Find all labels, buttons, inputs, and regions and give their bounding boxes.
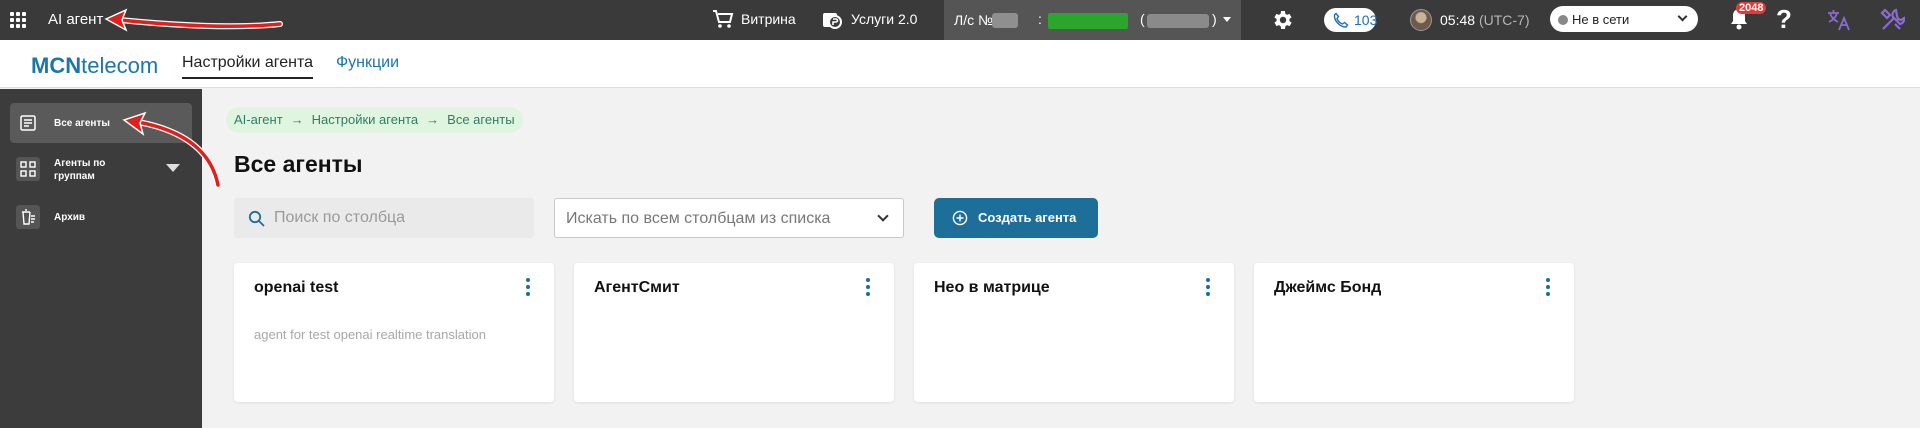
breadcrumb: AI-агент → Настройки агента → Все агенты (226, 107, 523, 133)
breadcrumb-item[interactable]: Настройки агента (312, 112, 419, 128)
breadcrumb-item[interactable]: AI-агент (234, 112, 283, 128)
create-agent-label: Создать агента (978, 210, 1077, 225)
sidebar-item-label: Агенты по группам (54, 158, 106, 182)
cart-icon[interactable] (712, 9, 734, 34)
agent-card-title: Джеймс Бонд (1274, 279, 1382, 296)
logo-rest: telecom (81, 53, 159, 78)
services-link[interactable]: Услуги 2.0 (851, 11, 917, 27)
time-value: 05:48 (1440, 12, 1476, 28)
more-vert-icon[interactable] (1206, 278, 1212, 298)
agent-card[interactable]: АгентСмит (574, 263, 894, 402)
tab-agent-settings[interactable]: Настройки агента (182, 54, 314, 79)
sidebar-item-all-agents[interactable]: Все агенты (10, 103, 192, 143)
agent-card[interactable]: openai test agent for test openai realti… (234, 263, 554, 402)
translate-icon[interactable] (1826, 8, 1852, 37)
sub-header: MCNtelecom Настройки агента Функции (0, 40, 1920, 88)
tab-functions[interactable]: Функции (336, 54, 399, 72)
grid-icon (16, 157, 40, 181)
calls-counter-badge[interactable]: 103 (1324, 8, 1378, 32)
status-dot-icon (1558, 15, 1568, 25)
more-vert-icon[interactable] (866, 278, 872, 298)
agent-card-title: Нео в матрице (934, 279, 1050, 296)
gear-icon[interactable] (1270, 8, 1294, 37)
top-bar: AI агент Витрина Услуги 2.0 Л/с № : ( ) … (0, 0, 1920, 40)
account-balance-redacted (1048, 13, 1128, 29)
timezone: (UTC-7) (1478, 12, 1530, 28)
apps-grid-icon[interactable] (10, 12, 26, 28)
account-selector[interactable]: Л/с № : ( ) (944, 0, 1241, 40)
caret-down-icon (1223, 17, 1231, 22)
more-vert-icon[interactable] (526, 278, 532, 298)
help-icon[interactable]: ? (1776, 4, 1792, 35)
list-icon (16, 111, 40, 135)
account-colon: : (1038, 11, 1042, 27)
arrow-right-icon: → (290, 112, 304, 127)
search-icon (248, 210, 265, 232)
archive-icon (16, 205, 40, 229)
logo-bold: MCN (31, 53, 82, 78)
sidebar-item-label: Все агенты (54, 118, 110, 129)
avatar[interactable] (1410, 9, 1432, 31)
more-vert-icon[interactable] (1546, 278, 1552, 298)
calls-count: 103 (1354, 12, 1378, 28)
logo[interactable]: MCNtelecom (31, 53, 158, 79)
search-field[interactable] (234, 198, 534, 238)
chevron-down-icon (1677, 11, 1688, 22)
breadcrumb-item: Все агенты (447, 112, 515, 127)
sidebar: Все агенты Агенты по группам Архив (0, 89, 202, 428)
column-select[interactable]: Искать по всем столбцам из списка (554, 198, 904, 238)
status-value: Не в сети (1572, 12, 1630, 27)
notifications-count: 2048 (1736, 2, 1767, 14)
account-number-redacted (992, 13, 1018, 28)
caret-down-icon[interactable] (166, 164, 180, 172)
status-select[interactable]: Не в сети (1550, 6, 1698, 32)
arrow-right-icon: → (426, 112, 440, 127)
clock: 05:48 (UTC-7) (1440, 12, 1529, 28)
agent-card[interactable]: Нео в матрице (914, 263, 1234, 402)
search-input[interactable] (274, 198, 524, 238)
page-title: Все агенты (234, 151, 363, 177)
sidebar-item-label: Архив (54, 212, 86, 223)
create-agent-button[interactable]: Создать агента (934, 198, 1098, 238)
vitrina-link[interactable]: Витрина (741, 11, 796, 27)
account-paren-close: ) (1212, 11, 1217, 27)
account-paren-open: ( (1140, 11, 1145, 27)
agent-card-title: АгентСмит (594, 279, 680, 296)
agent-card-description: agent for test openai realtime translati… (254, 327, 486, 342)
app-title: AI агент (48, 11, 104, 28)
agent-card[interactable]: Джеймс Бонд (1254, 263, 1574, 402)
sidebar-item-agents-by-groups[interactable]: Агенты по группам (10, 147, 192, 193)
agent-card-title: openai test (254, 279, 339, 296)
column-select-placeholder: Искать по всем столбцам из списка (566, 210, 831, 227)
account-label: Л/с № (954, 12, 993, 28)
tools-icon[interactable] (1879, 7, 1906, 38)
services-icon[interactable] (821, 8, 843, 35)
account-name-redacted (1147, 14, 1209, 28)
sidebar-item-archive[interactable]: Архив (10, 197, 192, 237)
chevron-down-icon (877, 210, 889, 222)
